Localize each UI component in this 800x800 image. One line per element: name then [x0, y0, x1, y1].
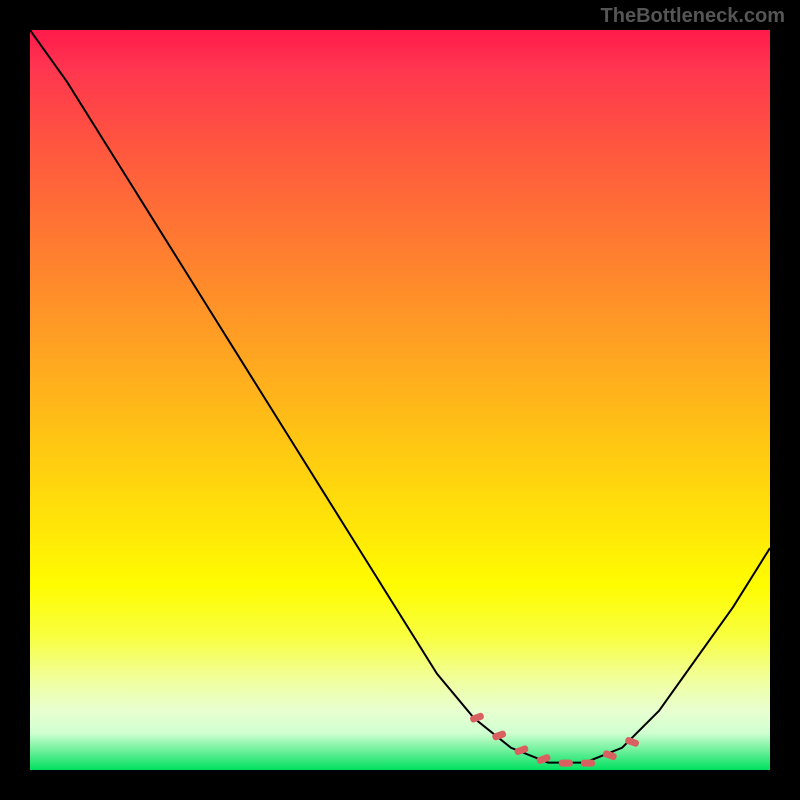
watermark-text: TheBottleneck.com [601, 5, 785, 28]
bottleneck-curve [30, 30, 770, 770]
chart-container [30, 30, 770, 770]
